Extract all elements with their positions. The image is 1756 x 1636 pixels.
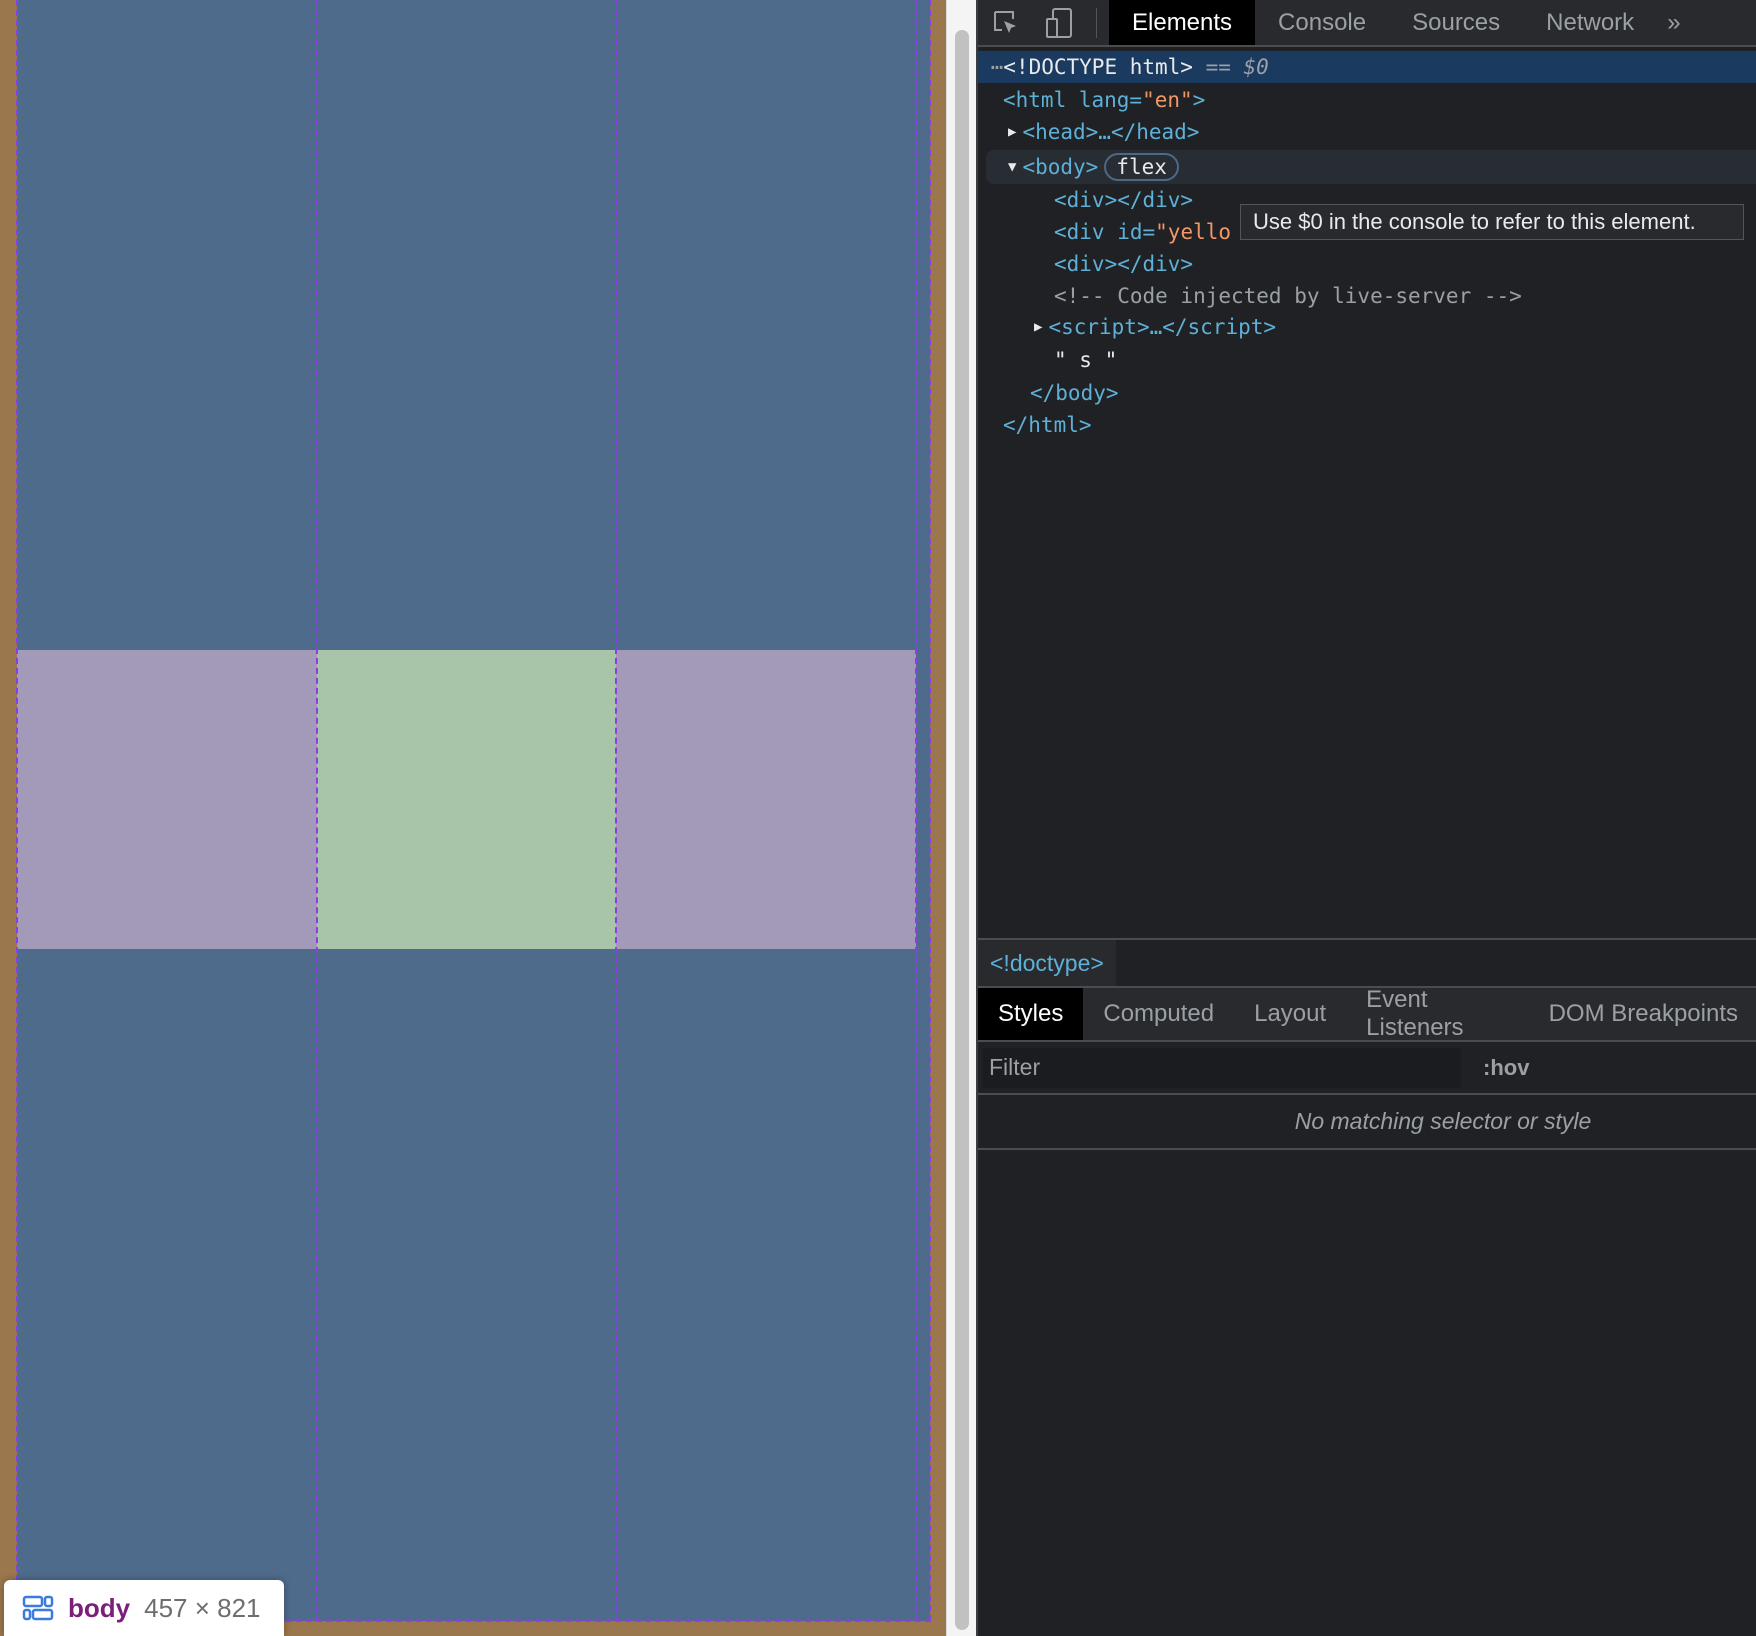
more-tabs-button[interactable]: » [1657,0,1690,45]
flex-badge[interactable]: flex [1104,153,1179,181]
dom-node-script[interactable]: ▶ <script>…</script> [978,311,1756,343]
grid-line [929,0,931,1621]
attr-value: "yello [1155,220,1232,244]
dom-node-doctype[interactable]: ⋯ <!DOCTYPE html> == $0 [978,51,1756,83]
yellow-div[interactable] [317,650,616,949]
doctype-text: <!DOCTYPE html> [1003,55,1193,79]
inspect-element-icon[interactable] [978,9,1034,37]
tab-elements[interactable]: Elements [1109,0,1256,45]
tag-text: <body> [1022,155,1099,179]
dom-node-body[interactable]: ▼ <body> flex [986,150,1756,184]
dom-node-body-close[interactable]: </body> [978,377,1756,409]
dom-node-head[interactable]: ▶ <head>…</head> [978,116,1756,148]
dom-node-html-close[interactable]: </html> [978,409,1756,441]
styles-empty: No matching selector or style [978,1095,1756,1150]
top-row [17,0,916,650]
grid-line [915,0,917,1621]
equals-text: == [1192,55,1244,79]
tag-text: <div id= [1054,220,1156,244]
element-info-badge: body 457 × 821 [4,1580,284,1636]
right-div[interactable] [616,650,916,949]
expand-triangle-icon[interactable]: ▶ [1008,124,1016,140]
tab-console[interactable]: Console [1255,0,1389,45]
tag-text: <script>…</script> [1048,315,1277,339]
tag-text: </html> [1003,413,1092,437]
divider [1096,7,1097,38]
styles-tabbar: Styles Computed Layout Event Listeners D… [978,986,1756,1042]
text-node: " s " [1054,348,1118,372]
dom-node-html[interactable]: <html lang= "en" > [978,84,1756,116]
element-size: 457 × 821 [144,1592,261,1623]
tab-layout[interactable]: Layout [1234,988,1346,1040]
tab-event-listeners[interactable]: Event Listeners [1346,986,1528,1041]
collapse-triangle-icon[interactable]: ▼ [1008,159,1016,175]
page-viewport [0,0,946,1636]
expand-triangle-icon[interactable]: ▶ [1034,319,1042,335]
tag-text: </body> [1030,381,1119,405]
bottom-row [17,949,916,1621]
grid-layout-icon [22,1595,54,1621]
breadcrumb-bar: <!doctype> [978,938,1756,988]
element-tag: body [68,1592,131,1623]
grid-line [615,0,617,1621]
dom-node-div[interactable]: <div></div> [978,248,1756,280]
tag-text: <div></div> [1054,188,1194,212]
tooltip: Use $0 in the console to refer to this e… [1240,204,1744,240]
styles-filter-input[interactable] [983,1047,1461,1088]
filter-bar: :hov [978,1042,1756,1095]
grid-line [316,0,318,1621]
tab-network[interactable]: Network [1523,0,1657,45]
tag-text: <div></div> [1054,252,1194,276]
dom-node-text[interactable]: " s " [978,344,1756,376]
attr-value: "en" [1142,88,1193,112]
tag-text: <html lang= [1003,88,1143,112]
tab-dom-breakpoints[interactable]: DOM Breakpoints [1529,988,1756,1040]
ref-text: $0 [1243,55,1269,79]
device-toolbar-icon[interactable] [1034,7,1084,39]
tab-computed[interactable]: Computed [1083,988,1234,1040]
comment-text: <!-- Code injected by live-server --> [1054,284,1522,308]
hover-state-toggle[interactable]: :hov [1483,1055,1529,1081]
tag-text: > [1192,88,1206,112]
grid-line [16,0,18,1621]
tab-styles[interactable]: Styles [978,988,1084,1040]
empty-message: No matching selector or style [1294,1108,1592,1134]
scrollbar-thumb[interactable] [955,30,969,1630]
tab-sources[interactable]: Sources [1389,0,1523,45]
tag-text: <head>…</head> [1022,120,1200,144]
devtools-panel: Elements Console Sources Network » ⋯ <!DO… [976,0,1756,1636]
dom-node-comment[interactable]: <!-- Code injected by live-server --> [978,280,1756,312]
breadcrumb-doctype[interactable]: <!doctype> [978,940,1116,986]
left-div[interactable] [17,650,317,949]
body-padding [916,0,930,1621]
devtools-tabbar: Elements Console Sources Network » [978,0,1756,47]
